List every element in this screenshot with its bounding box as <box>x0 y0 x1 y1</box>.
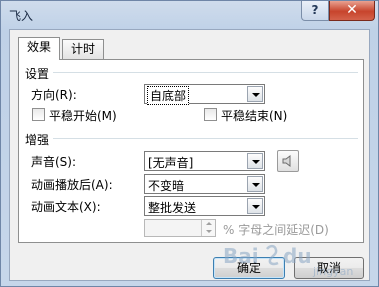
tab-effect-label: 效果 <box>27 40 52 54</box>
after-animation-select[interactable]: 不变暗 <box>144 174 265 194</box>
chevron-down-icon[interactable] <box>247 198 263 214</box>
letter-delay-spinner[interactable] <box>144 219 216 237</box>
svg-text:jingyan: jingyan <box>312 265 353 278</box>
chevron-down-icon[interactable] <box>247 153 263 169</box>
sound-label: 声音(S): <box>31 155 77 169</box>
animate-text-select[interactable]: 整批发送 <box>144 196 265 216</box>
title-bar[interactable]: 飞入 ? ✕ <box>1 1 378 29</box>
spin-up-icon[interactable] <box>201 220 215 228</box>
tab-effect[interactable]: 效果 <box>18 37 61 60</box>
svg-text:du: du <box>283 244 312 268</box>
window-title: 飞入 <box>9 9 34 23</box>
smooth-end-label: 平稳结束(N) <box>221 109 288 123</box>
settings-group-title: 设置 <box>25 67 50 81</box>
letter-delay-label: % 字母之间延迟(D) <box>223 223 329 237</box>
smooth-start-label: 平稳开始(M) <box>49 109 117 123</box>
speaker-icon <box>282 155 291 167</box>
enhancements-divider <box>53 138 358 139</box>
smooth-start-checkbox[interactable] <box>32 108 45 121</box>
svg-text:Bai: Bai <box>223 244 259 268</box>
close-button[interactable]: ✕ <box>329 1 375 21</box>
tab-timing[interactable]: 计时 <box>62 39 105 59</box>
chevron-down-icon[interactable] <box>247 176 263 192</box>
direction-select[interactable]: 自底部 <box>144 84 265 105</box>
sound-value: [无声音] <box>148 156 194 170</box>
settings-divider <box>53 72 358 73</box>
animate-text-value: 整批发送 <box>148 201 197 215</box>
direction-value: 自底部 <box>147 86 190 105</box>
chevron-down-icon[interactable] <box>247 86 263 102</box>
spin-down-icon[interactable] <box>201 228 215 236</box>
smooth-end-checkbox[interactable] <box>204 108 217 121</box>
animate-text-label: 动画文本(X): <box>31 200 101 214</box>
help-button[interactable]: ? <box>301 1 329 21</box>
after-animation-value: 不变暗 <box>148 179 185 193</box>
direction-label: 方向(R): <box>31 88 77 102</box>
effect-tab-panel: 设置 方向(R): 自底部 平稳开始(M) 平稳结束(N) 增强 声音(S): … <box>18 59 364 243</box>
dialog-window: 飞入 ? ✕ 效果 计时 设置 方向(R): 自底部 平稳开始(M) 平稳结束(… <box>0 0 379 287</box>
tab-timing-label: 计时 <box>71 42 96 56</box>
sound-select[interactable]: [无声音] <box>144 151 265 171</box>
enhancements-group-title: 增强 <box>25 133 50 147</box>
baidu-watermark-logo: Bai du jingyan <box>223 244 353 278</box>
after-animation-label: 动画播放后(A): <box>31 178 113 192</box>
sound-volume-button[interactable] <box>277 150 299 172</box>
